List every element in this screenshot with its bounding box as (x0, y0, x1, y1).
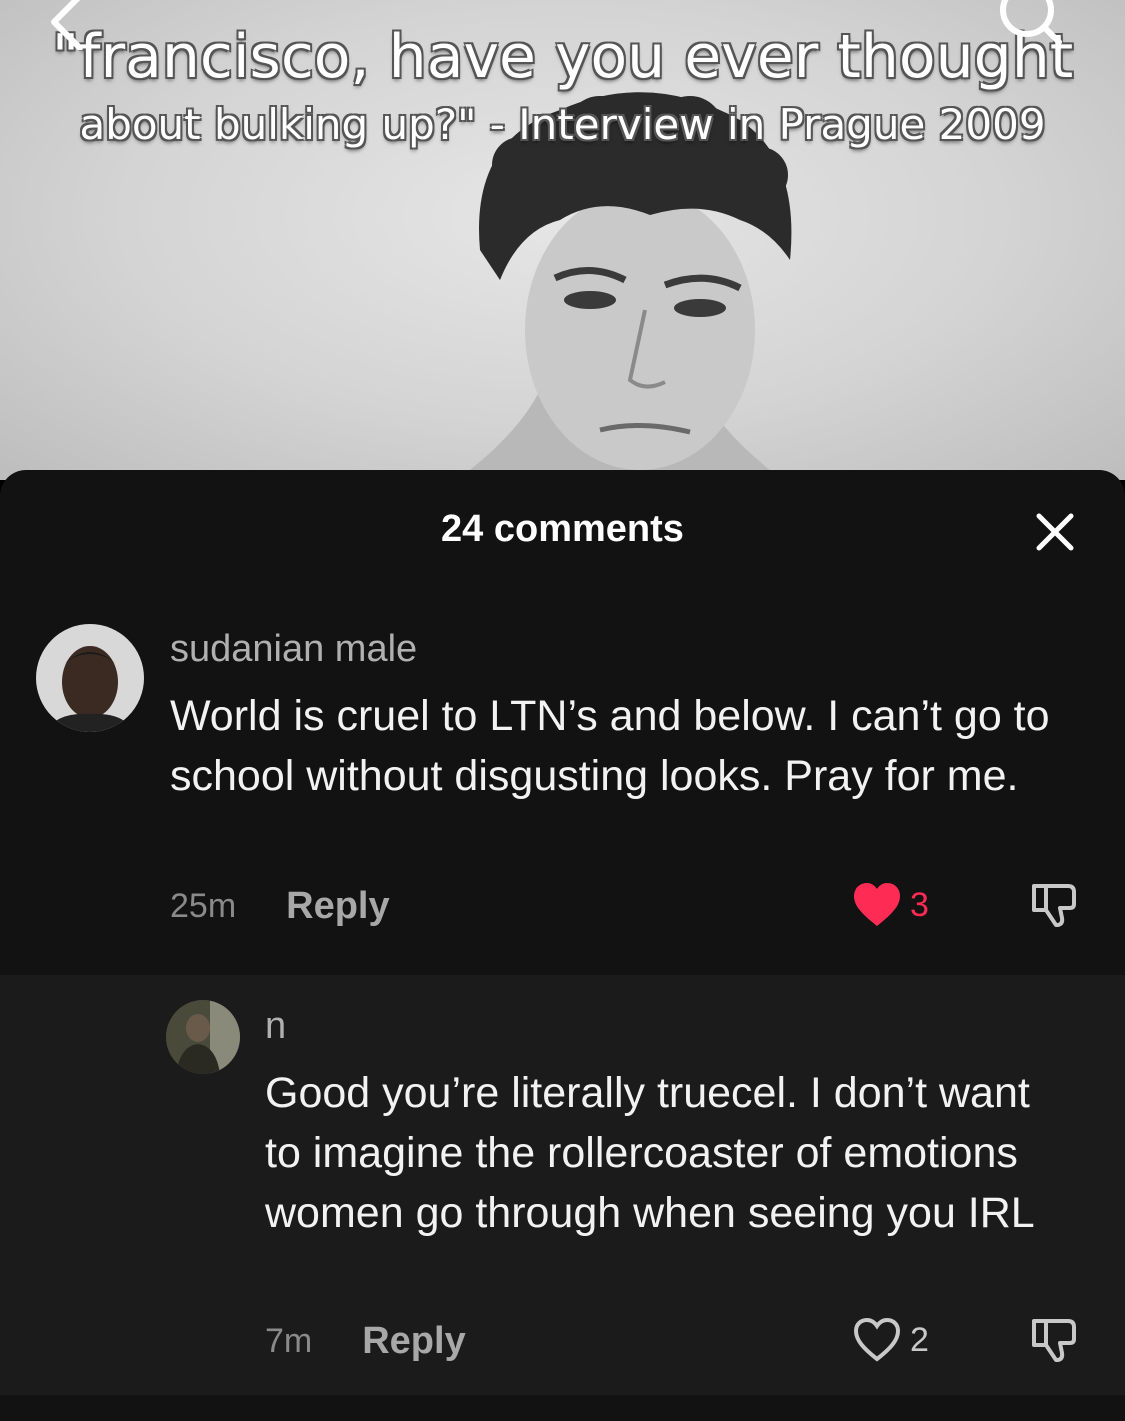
back-button[interactable] (40, 0, 110, 51)
like-button[interactable]: 2 (852, 1317, 929, 1363)
like-count: 3 (910, 885, 929, 924)
like-count: 2 (910, 1320, 929, 1359)
like-button[interactable]: 3 (852, 882, 929, 928)
reply-button[interactable]: Reply (286, 885, 389, 928)
reply-button[interactable]: Reply (362, 1320, 465, 1363)
video-caption-line-2: about bulking up?" - Interview in Prague… (79, 100, 1046, 149)
comment-text: World is cruel to LTN’s and below. I can… (170, 692, 1050, 800)
heart-filled-icon (854, 883, 900, 926)
comment-username[interactable]: n (265, 1005, 286, 1048)
comment-text: Good you’re literally truecel. I don’t w… (265, 1069, 1035, 1237)
comment-meta: 7m Reply (265, 1320, 466, 1363)
video-frame[interactable]: "francisco, have you ever thought about … (0, 0, 1125, 480)
chevron-left-icon (51, 0, 83, 51)
thumbs-down-icon (1032, 884, 1076, 927)
comment-meta: 25m Reply (170, 885, 390, 928)
avatar[interactable] (36, 624, 144, 732)
avatar-image (36, 624, 144, 732)
comment-time: 7m (265, 1322, 313, 1360)
search-icon (1000, 0, 1062, 45)
close-button[interactable] (1033, 510, 1077, 554)
reply-item: n Good you’re literally truecel. I don’t… (0, 975, 1125, 1395)
comment-item: sudanian male World is cruel to LTN’s an… (0, 620, 1125, 970)
comments-count-title: 24 comments (441, 508, 684, 550)
dislike-button[interactable] (1030, 1317, 1078, 1368)
heart-outline-icon (853, 1317, 901, 1362)
comment-username[interactable]: sudanian male (170, 628, 417, 671)
avatar[interactable] (166, 1000, 240, 1074)
dislike-button[interactable] (1030, 882, 1078, 933)
comments-sheet: 24 comments sudanian male World is cruel… (0, 470, 1125, 1421)
avatar-image (166, 1000, 240, 1074)
close-icon (1036, 513, 1074, 551)
thumbs-down-icon (1032, 1319, 1076, 1362)
video-caption-line-1: "francisco, have you ever thought (51, 22, 1074, 92)
search-button[interactable] (995, 0, 1065, 50)
comment-time: 25m (170, 887, 237, 925)
